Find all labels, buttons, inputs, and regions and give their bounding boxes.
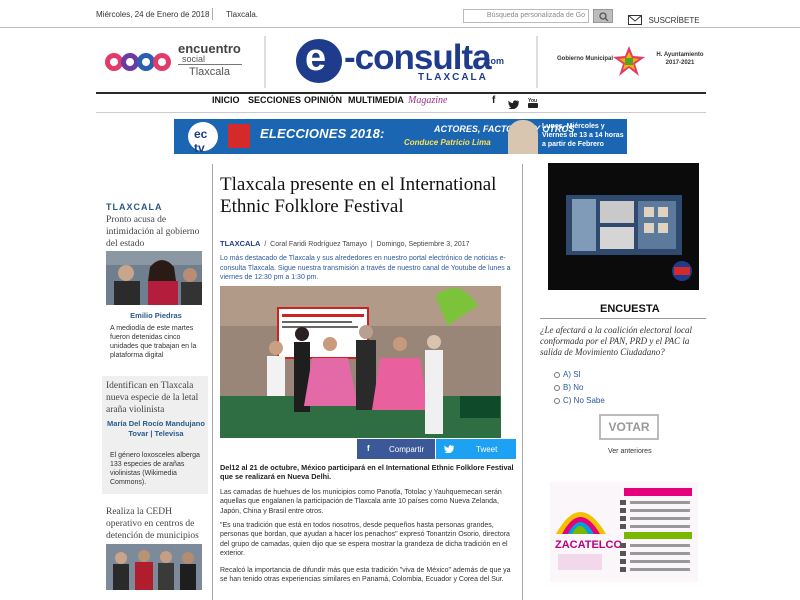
author-name[interactable]: Emilio Piedras xyxy=(106,311,206,321)
twitter-share-button[interactable]: Tweet xyxy=(436,439,516,459)
nav-secciones[interactable]: SECCIONES xyxy=(248,95,301,105)
sidebar-summary: A mediodía de este martes fueron detenid… xyxy=(110,325,197,359)
news-thumbnail[interactable] xyxy=(106,544,202,590)
article-photo[interactable] xyxy=(220,286,501,438)
video-player[interactable] xyxy=(548,163,699,290)
divider xyxy=(212,164,213,600)
ad-title: ZACATELCO xyxy=(555,539,622,551)
nav-inicio[interactable]: INICIO xyxy=(212,95,240,105)
elecciones-banner-ad[interactable]: ec tv ELECCIONES 2018: ACTORES, FACTORES… xyxy=(174,119,627,154)
article-paragraph: "Es una tradición que está en todos noso… xyxy=(220,522,510,557)
site-logo-icon[interactable]: e xyxy=(296,37,342,83)
nav-opinion[interactable]: OPINIÓN xyxy=(304,95,342,105)
divider xyxy=(536,36,538,88)
article-author[interactable]: Coral Faridi Rodríguez Tamayo xyxy=(270,241,367,248)
tlaxcala-text: Tlaxcala xyxy=(189,66,230,78)
divider xyxy=(178,64,242,65)
current-city: Tlaxcala. xyxy=(226,10,259,19)
divider xyxy=(212,8,213,20)
section-title[interactable]: TLAXCALA xyxy=(106,202,163,212)
facebook-icon[interactable]: f xyxy=(492,95,495,106)
banner-title: ELECCIONES 2018: xyxy=(260,126,385,141)
site-logo-city: TLAXCALA xyxy=(418,72,488,83)
sidebar-headline[interactable]: Identifican en Tlaxcala nueva especie de… xyxy=(106,380,206,416)
poll-title: ENCUESTA xyxy=(600,303,660,315)
star-logo-icon[interactable] xyxy=(613,46,645,81)
youtube-icon[interactable]: You xyxy=(528,95,538,113)
site-logo-tld: .com xyxy=(483,56,505,66)
nav-multimedia[interactable]: MULTIMEDIA xyxy=(348,95,404,105)
facebook-share-button[interactable]: f Compartir xyxy=(357,439,435,459)
article-paragraph: Del12 al 21 de octubre, México participa… xyxy=(220,463,514,482)
divider xyxy=(264,36,266,88)
subscribe-label: SUSCRÍBETE xyxy=(648,16,700,25)
encuentro-social-logo[interactable] xyxy=(103,50,173,79)
zacatelco-ad[interactable]: ZACATELCO xyxy=(550,482,698,582)
twitter-icon xyxy=(444,445,454,455)
sidebar-headline[interactable]: Realiza la CEDH operativo en centros de … xyxy=(106,506,206,542)
search-input[interactable]: Búsqueda personalizada de Go xyxy=(463,9,589,23)
article-lead: Lo más destacado de Tlaxcala y sus alred… xyxy=(220,255,511,281)
mail-icon xyxy=(628,15,642,25)
sidebar-headline[interactable]: Pronto acusa de intimidación al gobierno… xyxy=(106,214,206,250)
poll-question: ¿Le afectará a la coalición electoral lo… xyxy=(540,325,692,357)
current-date: Miércoles, 24 de Enero de 2018 xyxy=(96,10,210,19)
host-photo xyxy=(508,120,538,154)
previous-polls-link[interactable]: Ver anteriores xyxy=(608,448,652,455)
article-paragraph: Recalcó la importancia de difundir más q… xyxy=(220,567,511,584)
facebook-icon: f xyxy=(367,444,370,453)
nav-magazine[interactable]: Magazine xyxy=(408,95,447,106)
divider xyxy=(96,92,706,94)
divider xyxy=(540,318,706,319)
divider xyxy=(522,164,523,600)
top-bar: Miércoles, 24 de Enero de 2018 Tlaxcala.… xyxy=(0,0,800,28)
author-name[interactable]: María Del Rocío Mandujano Tovar | Televi… xyxy=(106,419,206,439)
social-text: social xyxy=(182,54,206,64)
poll-option-c[interactable]: C) No Sabe xyxy=(554,396,605,405)
banner-conductor: Conduce Patricio Lima xyxy=(404,138,491,147)
subscribe-link[interactable]: SUSCRÍBETE xyxy=(628,10,700,28)
article-meta: TLAXCALA / Coral Faridi Rodríguez Tamayo… xyxy=(220,239,470,248)
poll-option-b[interactable]: B) No xyxy=(554,383,583,392)
ayuntamiento-label: H. Ayuntamiento 2017-2021 xyxy=(656,52,704,66)
poll-option-a[interactable]: A) SI xyxy=(554,370,581,379)
news-thumbnail[interactable] xyxy=(106,251,202,305)
banner-schedule: Lunes, Miércoles y Viernes de 13 a 14 ho… xyxy=(542,123,624,148)
radio-icon xyxy=(554,372,560,378)
sidebar-summary: El género loxosceles alberga 133 especie… xyxy=(110,452,200,486)
gov-label: Gobierno Municipal xyxy=(557,56,614,62)
tv-logo-icon: ec tv xyxy=(188,122,218,154)
radio-icon xyxy=(554,385,560,391)
divider xyxy=(96,112,706,113)
decorative-block xyxy=(228,124,250,148)
radio-icon xyxy=(554,398,560,404)
article-paragraph: Las camadas de huehues de los municipios… xyxy=(220,489,502,515)
vote-button[interactable]: VOTAR xyxy=(599,414,659,440)
article-section[interactable]: TLAXCALA xyxy=(220,239,260,248)
search-button[interactable] xyxy=(593,9,613,23)
article-title: Tlaxcala presente en el International Et… xyxy=(220,174,497,217)
article-date: Domingo, Septiembre 3, 2017 xyxy=(376,241,470,248)
search-icon xyxy=(599,12,609,21)
